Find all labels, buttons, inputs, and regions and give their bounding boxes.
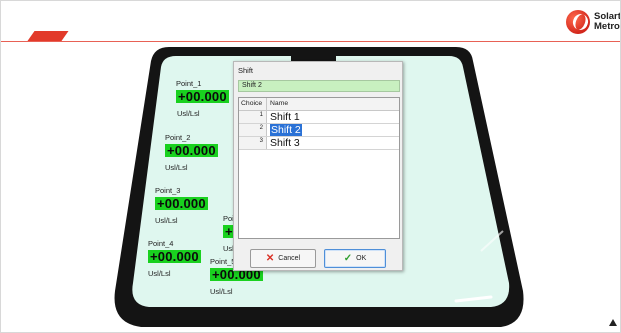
point-name: Point_1 (176, 79, 202, 88)
point-tag[interactable]: Point_4 +00.000 Usl/Lsl (148, 239, 201, 278)
point-name: Point_4 (148, 239, 174, 248)
point-limits: Usl/Lsl (210, 287, 233, 296)
app-canvas: Solartron Metrology Point_1 +00.000 Usl/… (0, 0, 621, 333)
cancel-label: Cancel (278, 255, 301, 262)
point-limits: Usl/Lsl (177, 109, 200, 118)
point-name: Point_2 (165, 133, 191, 142)
row-name: Shift 2 (267, 124, 302, 136)
row-name: Shift 3 (267, 137, 300, 149)
point-value: +00.000 (176, 89, 229, 104)
row-name: Shift 1 (267, 111, 300, 123)
point-tag[interactable]: Point_2 +00.000 Usl/Lsl (165, 133, 218, 172)
point-tag[interactable]: Point_3 +00.000 Usl/Lsl (155, 186, 208, 225)
column-header-name[interactable]: Name (267, 98, 399, 110)
corner-arrow-icon (609, 319, 617, 326)
shift-table: Choice Name 1 Shift 1 2 Shift 2 3 Shift … (238, 97, 400, 239)
ok-label: OK (356, 255, 367, 262)
point-limits: Usl/Lsl (165, 163, 188, 172)
point-value: +00.000 (165, 143, 218, 158)
row-name-text: Shift 2 (270, 124, 302, 136)
row-choice: 2 (239, 124, 267, 136)
point-tag[interactable]: Point_1 +00.000 Usl/Lsl (176, 79, 229, 118)
selected-shift-field[interactable]: Shift 2 (238, 80, 400, 92)
close-icon: ✕ (265, 252, 275, 264)
point-value: +00.000 (148, 249, 201, 264)
table-row[interactable]: 1 Shift 1 (239, 111, 399, 124)
shift-dialog: Shift Shift 2 Choice Name 1 Shift 1 2 Sh… (233, 61, 403, 271)
check-icon: ✓ (343, 252, 353, 264)
table-row-selected[interactable]: 2 Shift 2 (239, 124, 399, 137)
ok-button[interactable]: ✓ OK (324, 249, 386, 268)
row-choice: 3 (239, 137, 267, 149)
point-name: Point_3 (155, 186, 181, 195)
table-row[interactable]: 3 Shift 3 (239, 137, 399, 150)
row-name-text: Shift 1 (270, 111, 300, 123)
windshield-sensor-area (291, 49, 336, 61)
point-limits: Usl/Lsl (155, 216, 178, 225)
cancel-button[interactable]: ✕ Cancel (250, 249, 316, 268)
point-limits: Usl/Lsl (148, 269, 171, 278)
point-value: +00.000 (155, 196, 208, 211)
row-name-text: Shift 3 (270, 137, 300, 149)
row-choice: 1 (239, 111, 267, 123)
table-header: Choice Name (239, 98, 399, 111)
column-header-choice[interactable]: Choice (239, 98, 267, 110)
dialog-title: Shift (238, 66, 254, 75)
